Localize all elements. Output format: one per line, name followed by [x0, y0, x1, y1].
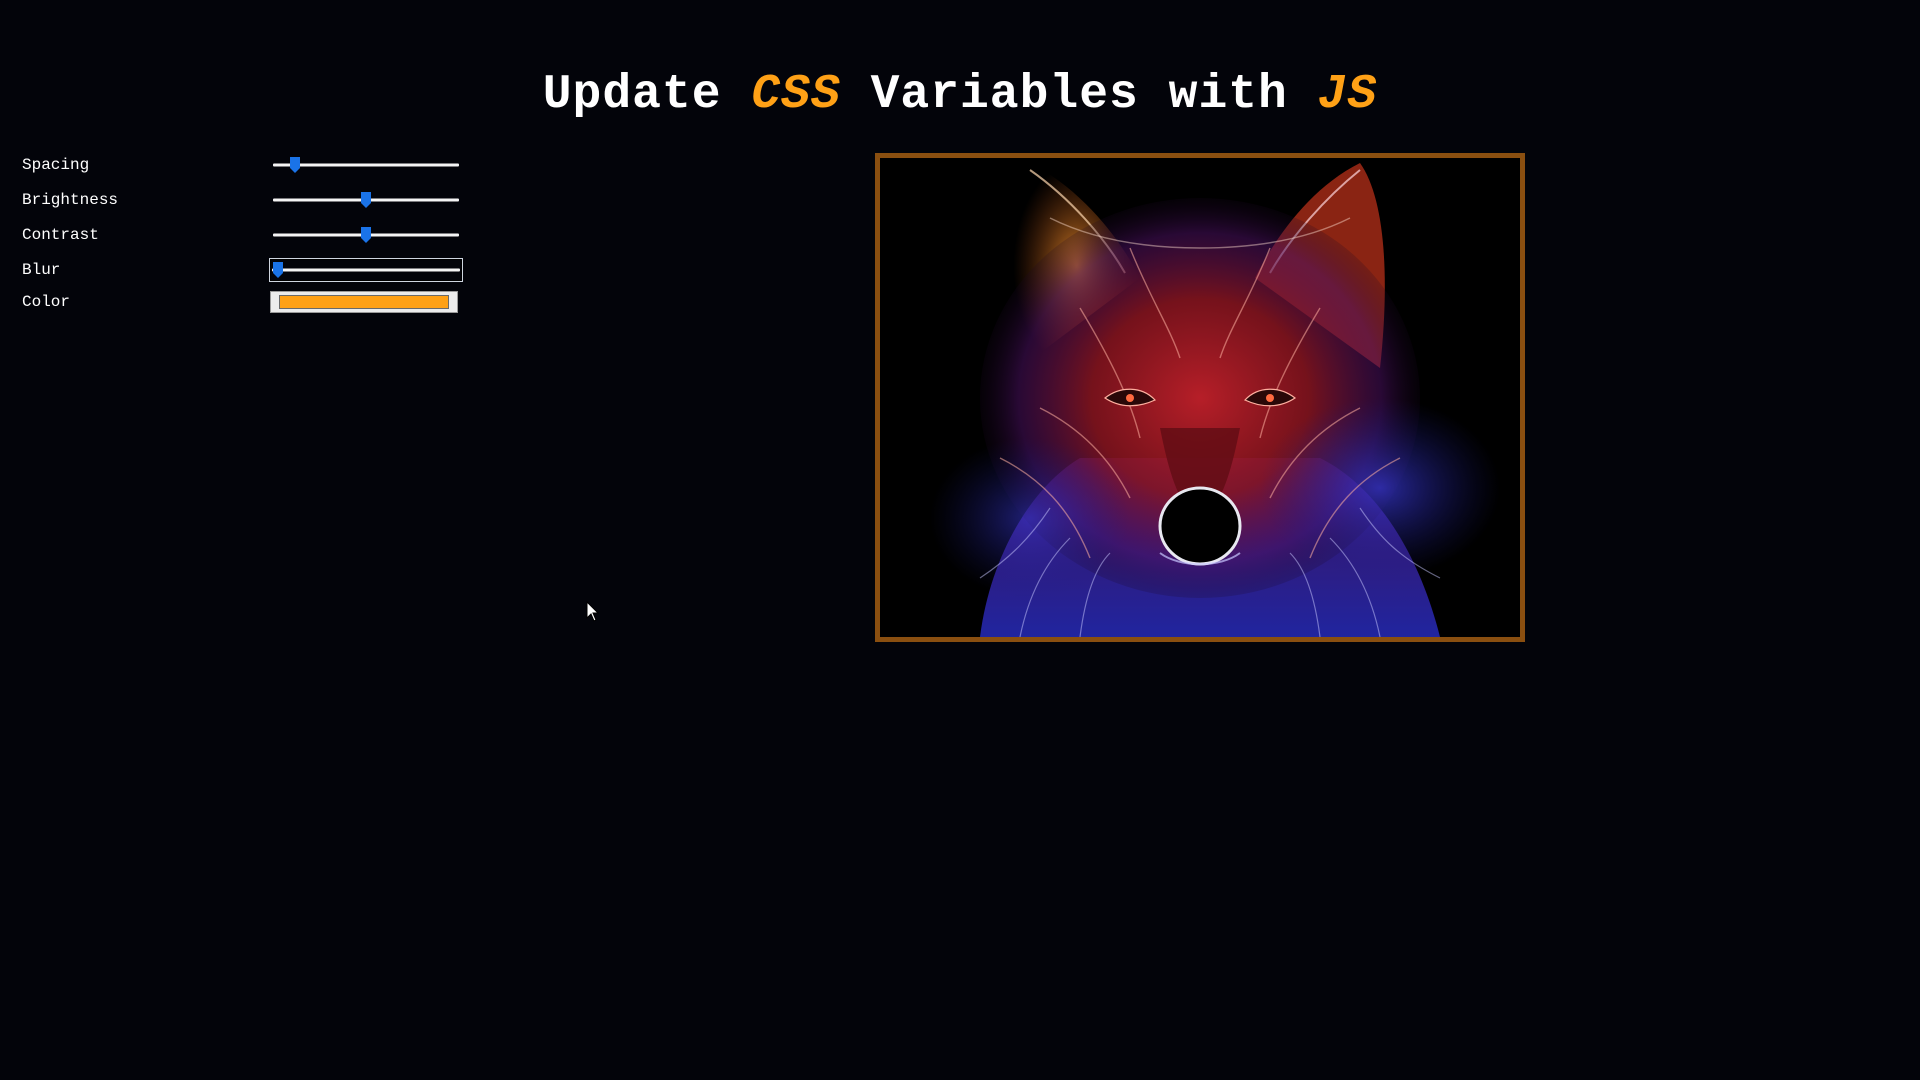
control-row-blur: Blur: [22, 255, 472, 285]
mouse-cursor-icon: [586, 601, 600, 622]
brightness-slider[interactable]: [271, 187, 461, 213]
blur-slider[interactable]: [269, 258, 463, 282]
contrast-slider[interactable]: [271, 222, 461, 248]
contrast-label: Contrast: [22, 226, 99, 244]
control-row-contrast: Contrast: [22, 220, 472, 250]
title-text-update: Update: [542, 68, 752, 123]
wolf-illustration: [880, 158, 1520, 637]
page-title: Update CSS Variables with JS: [0, 68, 1920, 122]
brightness-label: Brightness: [22, 191, 119, 209]
slider-track: [272, 268, 460, 272]
color-label: Color: [22, 293, 71, 311]
spacing-slider[interactable]: [271, 152, 461, 178]
blur-label: Blur: [22, 261, 61, 279]
color-swatch: [279, 295, 449, 309]
control-row-brightness: Brightness: [22, 185, 472, 215]
slider-thumb[interactable]: [360, 226, 372, 244]
control-row-spacing: Spacing: [22, 150, 472, 180]
slider-thumb[interactable]: [289, 156, 301, 174]
slider-track: [273, 163, 459, 167]
color-picker[interactable]: [270, 291, 458, 313]
control-row-color: Color: [22, 287, 472, 317]
wolf-image: [875, 153, 1525, 642]
slider-thumb[interactable]: [360, 191, 372, 209]
title-highlight-js: JS: [1317, 68, 1378, 123]
title-highlight-css: CSS: [751, 68, 841, 123]
spacing-label: Spacing: [22, 156, 90, 174]
title-text-variables-with: Variables with: [840, 68, 1318, 123]
slider-thumb[interactable]: [272, 261, 284, 279]
